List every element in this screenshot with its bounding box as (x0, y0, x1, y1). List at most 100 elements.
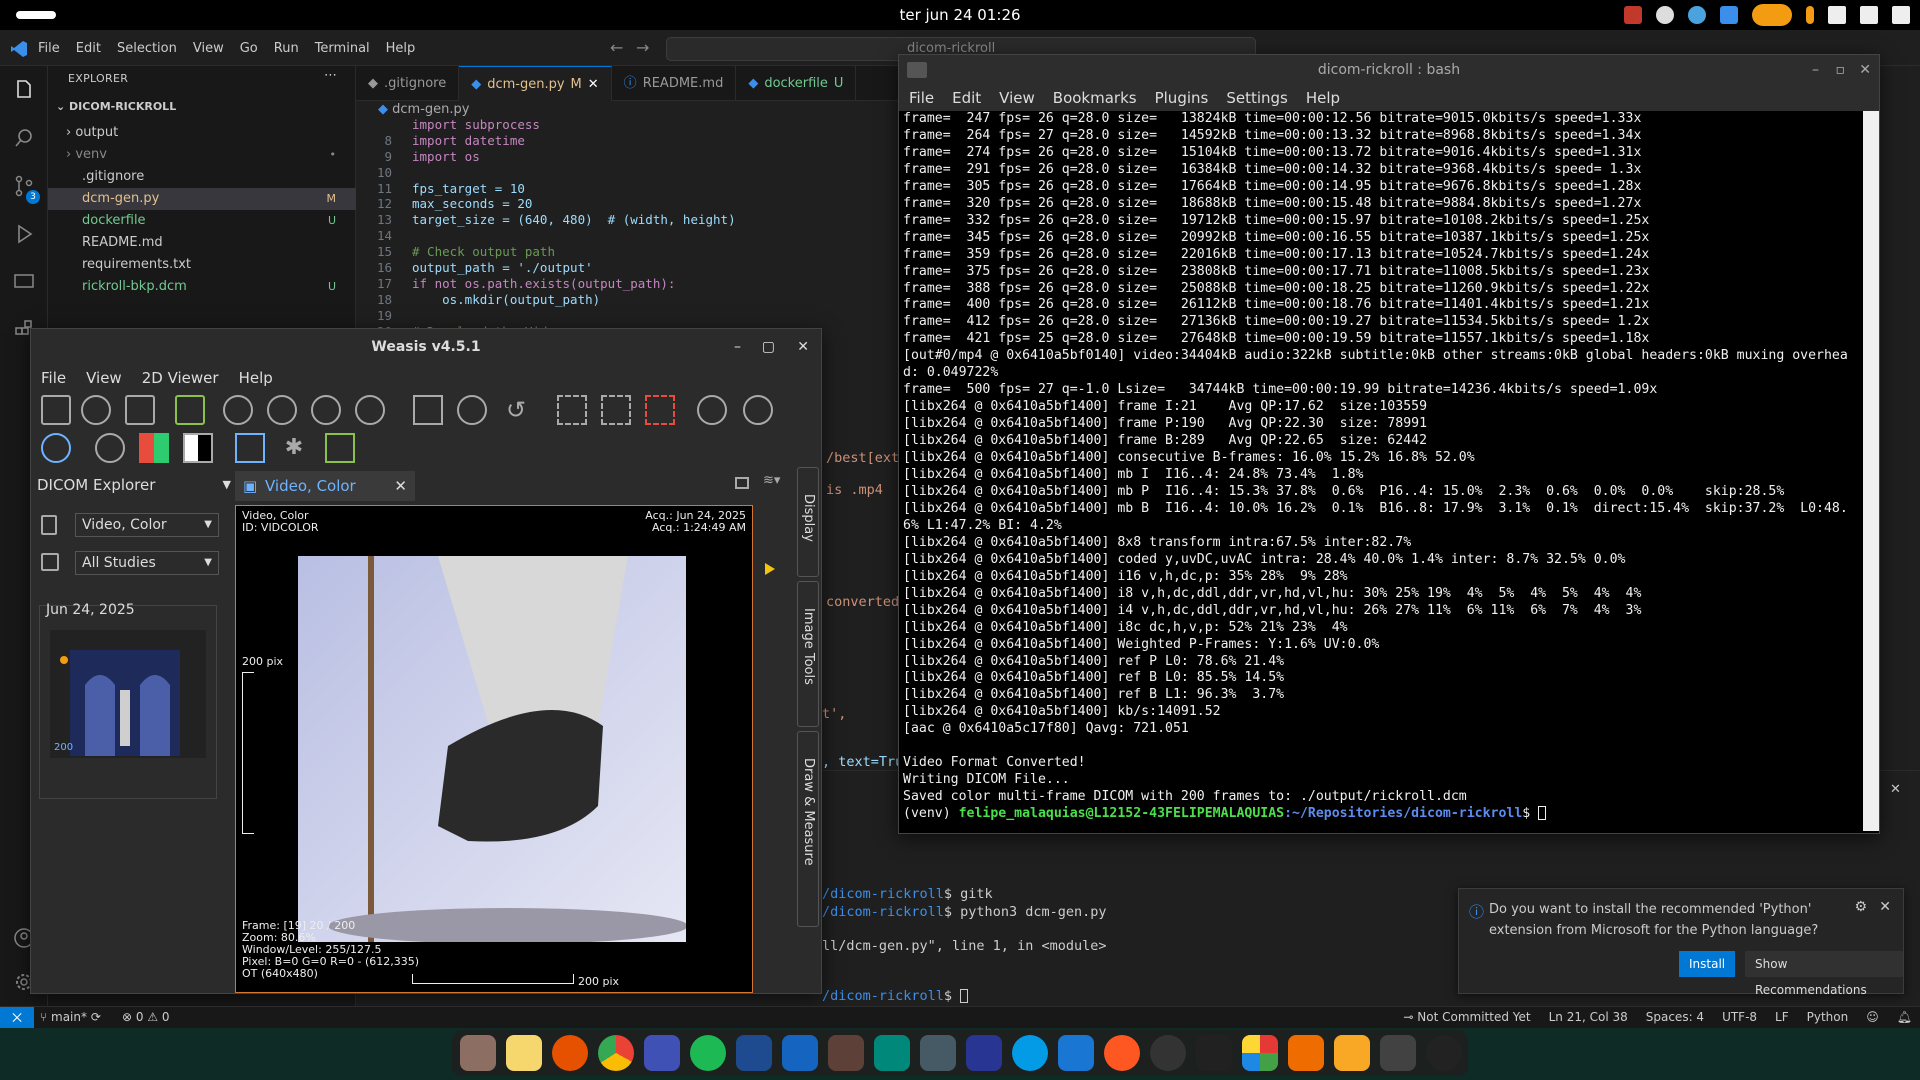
import-dicom-icon[interactable] (41, 395, 71, 425)
menu-selection[interactable]: Selection (117, 41, 177, 56)
export-dicom-icon[interactable] (125, 395, 155, 425)
mouse-left-action-icon[interactable] (223, 395, 253, 425)
branch-indicator[interactable]: ⑂ main* ⟳ (40, 1010, 101, 1024)
breadcrumb[interactable]: ◆ dcm-gen.py (378, 102, 469, 117)
install-button[interactable]: Install (1679, 951, 1736, 977)
system-monitor-icon[interactable] (920, 1035, 956, 1071)
rotate-flip-icon[interactable]: ✱ (279, 433, 309, 463)
maximize-icon[interactable]: ▢ (762, 329, 775, 365)
menu-run[interactable]: Run (274, 41, 299, 56)
tree-item-gitignore[interactable]: .gitignore (48, 166, 356, 188)
menu-file[interactable]: File (38, 41, 60, 56)
menu-file[interactable]: File (41, 369, 66, 387)
line-ending[interactable]: LF (1775, 1010, 1789, 1024)
tree-item-rickroll-bkp[interactable]: rickroll-bkp.dcm U (48, 276, 356, 298)
menu-settings[interactable]: Settings (1226, 89, 1288, 107)
tree-item-output[interactable]: › output (48, 122, 356, 144)
mouse-middle-action-icon[interactable] (267, 395, 297, 425)
close-panel-icon[interactable]: ✕ (1890, 782, 1901, 797)
language-mode[interactable]: Python (1807, 1010, 1849, 1024)
cursor-position[interactable]: Ln 21, Col 38 (1549, 1010, 1628, 1024)
menu-edit[interactable]: Edit (952, 89, 981, 107)
encoding[interactable]: UTF-8 (1722, 1010, 1757, 1024)
folder-header[interactable]: ⌄ DICOM-RICKROLL (56, 100, 176, 113)
archive-icon[interactable] (828, 1035, 864, 1071)
minimize-icon[interactable]: – (734, 329, 741, 365)
sync-tray-icon[interactable] (1688, 6, 1706, 24)
maximize-viewer-icon[interactable] (735, 477, 749, 489)
menu-plugins[interactable]: Plugins (1155, 89, 1209, 107)
microphone-icon[interactable] (1806, 6, 1814, 24)
menu-bookmarks[interactable]: Bookmarks (1053, 89, 1137, 107)
vim-icon[interactable] (1380, 1035, 1416, 1071)
vs-icon[interactable] (782, 1035, 818, 1071)
menu-view[interactable]: View (193, 41, 224, 56)
menu-go[interactable]: Go (240, 41, 258, 56)
tree-item-readme[interactable]: README.md (48, 232, 356, 254)
vscode-dock-icon[interactable] (1058, 1035, 1094, 1071)
menu-view[interactable]: View (86, 369, 122, 387)
git-blame-status[interactable]: ⊸ Not Committed Yet (1403, 1010, 1530, 1024)
series-select[interactable]: Video, Color ▼ (75, 513, 219, 537)
measure-tools-icon[interactable] (557, 395, 587, 425)
close-icon[interactable]: ✕ (1859, 55, 1871, 85)
menu-2d-viewer[interactable]: 2D Viewer (142, 369, 219, 387)
tab-readme[interactable]: ⓘ README.md (612, 66, 737, 101)
brightness-icon[interactable] (95, 433, 125, 463)
synch-icon[interactable] (457, 395, 487, 425)
zoom-icon[interactable] (743, 395, 773, 425)
power-icon[interactable] (1892, 6, 1910, 24)
terminal-prompt[interactable]: (venv) felipe_malaquias@L12152-43FELIPEM… (903, 806, 1861, 823)
maximize-icon[interactable]: ▫ (1836, 55, 1846, 85)
tab-dockerfile[interactable]: ◆ dockerfile U (736, 66, 857, 101)
tree-item-requirements[interactable]: requirements.txt (48, 254, 356, 276)
screen-share-indicator[interactable] (1752, 4, 1792, 26)
chrome-tray-icon[interactable] (1656, 6, 1674, 24)
sync-icon[interactable]: ⟳ (87, 1010, 101, 1024)
show-recommendations-button[interactable]: Show Recommendations (1745, 951, 1903, 997)
minimize-icon[interactable]: – (1812, 55, 1819, 85)
app-store-icon[interactable] (1288, 1035, 1324, 1071)
menu-terminal[interactable]: Terminal (315, 41, 370, 56)
notepad-icon[interactable] (1334, 1035, 1370, 1071)
notes-icon[interactable] (506, 1035, 542, 1071)
chevron-down-icon[interactable]: ▼ (223, 473, 231, 497)
menu-view[interactable]: View (999, 89, 1035, 107)
menu-help[interactable]: Help (239, 369, 273, 387)
notifications-bell-icon[interactable]: 🔔︎ (1897, 1010, 1912, 1024)
menu-help[interactable]: Help (386, 41, 416, 56)
3d-cube-icon[interactable] (325, 433, 355, 463)
series-thumbnail[interactable]: 200 (50, 630, 206, 758)
menu-edit[interactable]: Edit (76, 41, 101, 56)
viewer-tab[interactable]: ▣ Video, Color ✕ (235, 471, 415, 501)
back-arrow-icon[interactable]: ← (610, 38, 623, 57)
tree-item-dcm-gen[interactable]: dcm-gen.py M (48, 188, 356, 210)
xbox-icon[interactable] (1012, 1035, 1048, 1071)
teams-icon[interactable] (966, 1035, 1002, 1071)
viewer-options-icon[interactable]: ≋▾ (763, 473, 789, 491)
studies-select[interactable]: All Studies ▼ (75, 551, 219, 575)
close-icon[interactable]: ✕ (588, 67, 599, 102)
more-actions-icon[interactable]: ⋯ (324, 68, 337, 83)
firefox-icon[interactable] (552, 1035, 588, 1071)
tree-item-venv[interactable]: › venv • (48, 144, 356, 166)
tab-dcm-gen[interactable]: ◆ dcm-gen.py M ✕ (459, 66, 612, 102)
import-cd-icon[interactable] (81, 395, 111, 425)
search-icon[interactable] (12, 126, 36, 150)
menu-file[interactable]: File (909, 89, 934, 107)
close-tab-icon[interactable]: ✕ (394, 471, 407, 501)
dicom-explorer-header[interactable]: DICOM Explorer ▼ (37, 473, 231, 497)
forward-arrow-icon[interactable]: → (636, 38, 649, 57)
image-viewport[interactable]: Video, Color ID: VIDCOLOR Acq.: Jun 24, … (235, 505, 753, 993)
delete-measure-icon[interactable] (645, 395, 675, 425)
copilot-icon[interactable]: ☺ (1866, 1010, 1879, 1024)
chrome-icon[interactable] (598, 1035, 634, 1071)
reset-icon[interactable]: ↺ (501, 395, 531, 425)
layers-icon[interactable] (874, 1035, 910, 1071)
terminal-icon[interactable] (1196, 1035, 1232, 1071)
code-editor[interactable]: import subprocess 8 import datetime 9 impo… (356, 117, 900, 339)
tab-gitignore[interactable]: ◆ .gitignore (356, 66, 460, 101)
layout-icon[interactable] (413, 395, 443, 425)
indentation[interactable]: Spaces: 4 (1646, 1010, 1704, 1024)
show-apps-icon[interactable] (1426, 1035, 1462, 1071)
